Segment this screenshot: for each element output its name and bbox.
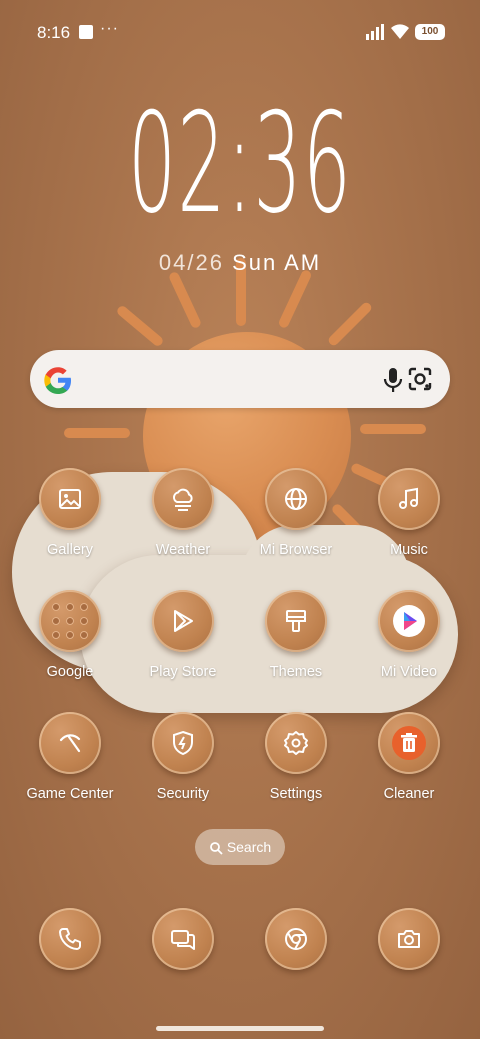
dock-chrome[interactable] (246, 908, 346, 1008)
date-text: 04/26 (158, 250, 224, 275)
app-play-store[interactable]: Play Store (133, 590, 233, 690)
globe-icon (265, 468, 327, 530)
battery-indicator: 100 (415, 24, 445, 40)
app-search-button[interactable]: Search (195, 829, 285, 865)
game-center-icon (39, 712, 101, 774)
app-game-center[interactable]: Game Center (20, 712, 120, 812)
app-label: Mi Video (380, 664, 438, 680)
more-notifications-icon: ··· (100, 20, 119, 37)
app-gallery[interactable]: Gallery (20, 468, 120, 568)
gallery-icon (39, 468, 101, 530)
app-themes[interactable]: Themes (246, 590, 346, 690)
folder-google[interactable]: Google (20, 590, 120, 690)
mic-icon[interactable] (380, 366, 406, 394)
app-security[interactable]: Security (133, 712, 233, 812)
lens-icon[interactable] (406, 365, 434, 393)
app-cleaner[interactable]: Cleaner (359, 712, 459, 812)
play-store-icon (152, 590, 214, 652)
app-mi-browser[interactable]: Mi Browser (246, 468, 346, 568)
gesture-navigation-bar[interactable] (156, 1026, 324, 1031)
trash-icon (378, 712, 440, 774)
status-bar: 8:16 ··· 100 (0, 0, 480, 64)
chrome-icon (265, 908, 327, 970)
ampm-text: AM (284, 250, 322, 275)
day-text: Sun (232, 250, 278, 275)
weather-icon (152, 468, 214, 530)
cellular-signal-icon (366, 24, 384, 40)
clock-date[interactable]: 04/26 Sun AM (0, 250, 480, 276)
clock-time[interactable]: 02:36 (108, 84, 372, 244)
brush-icon (265, 590, 327, 652)
notification-square-icon (79, 25, 93, 39)
security-shield-icon (152, 712, 214, 774)
phone-icon (39, 908, 101, 970)
messages-icon (152, 908, 214, 970)
app-settings[interactable]: Settings (246, 712, 346, 812)
gear-icon (265, 712, 327, 774)
dock-phone[interactable] (20, 908, 120, 1008)
dock-messages[interactable] (133, 908, 233, 1008)
camera-icon (378, 908, 440, 970)
wifi-icon (391, 24, 409, 39)
google-search-bar[interactable] (30, 350, 450, 408)
app-weather[interactable]: Weather (133, 468, 233, 568)
app-mi-video[interactable]: Mi Video (359, 590, 459, 690)
status-time: 8:16 (37, 23, 71, 42)
app-music[interactable]: Music (359, 468, 459, 568)
google-logo-icon (44, 367, 71, 394)
search-pill-label: Search (226, 839, 272, 855)
app-label: Music (390, 542, 428, 558)
search-icon (209, 842, 223, 855)
folder-icon (39, 590, 101, 652)
dock-camera[interactable] (359, 908, 459, 1008)
music-icon (378, 468, 440, 530)
mi-video-icon (378, 590, 440, 652)
app-label: Cleaner (383, 786, 435, 802)
